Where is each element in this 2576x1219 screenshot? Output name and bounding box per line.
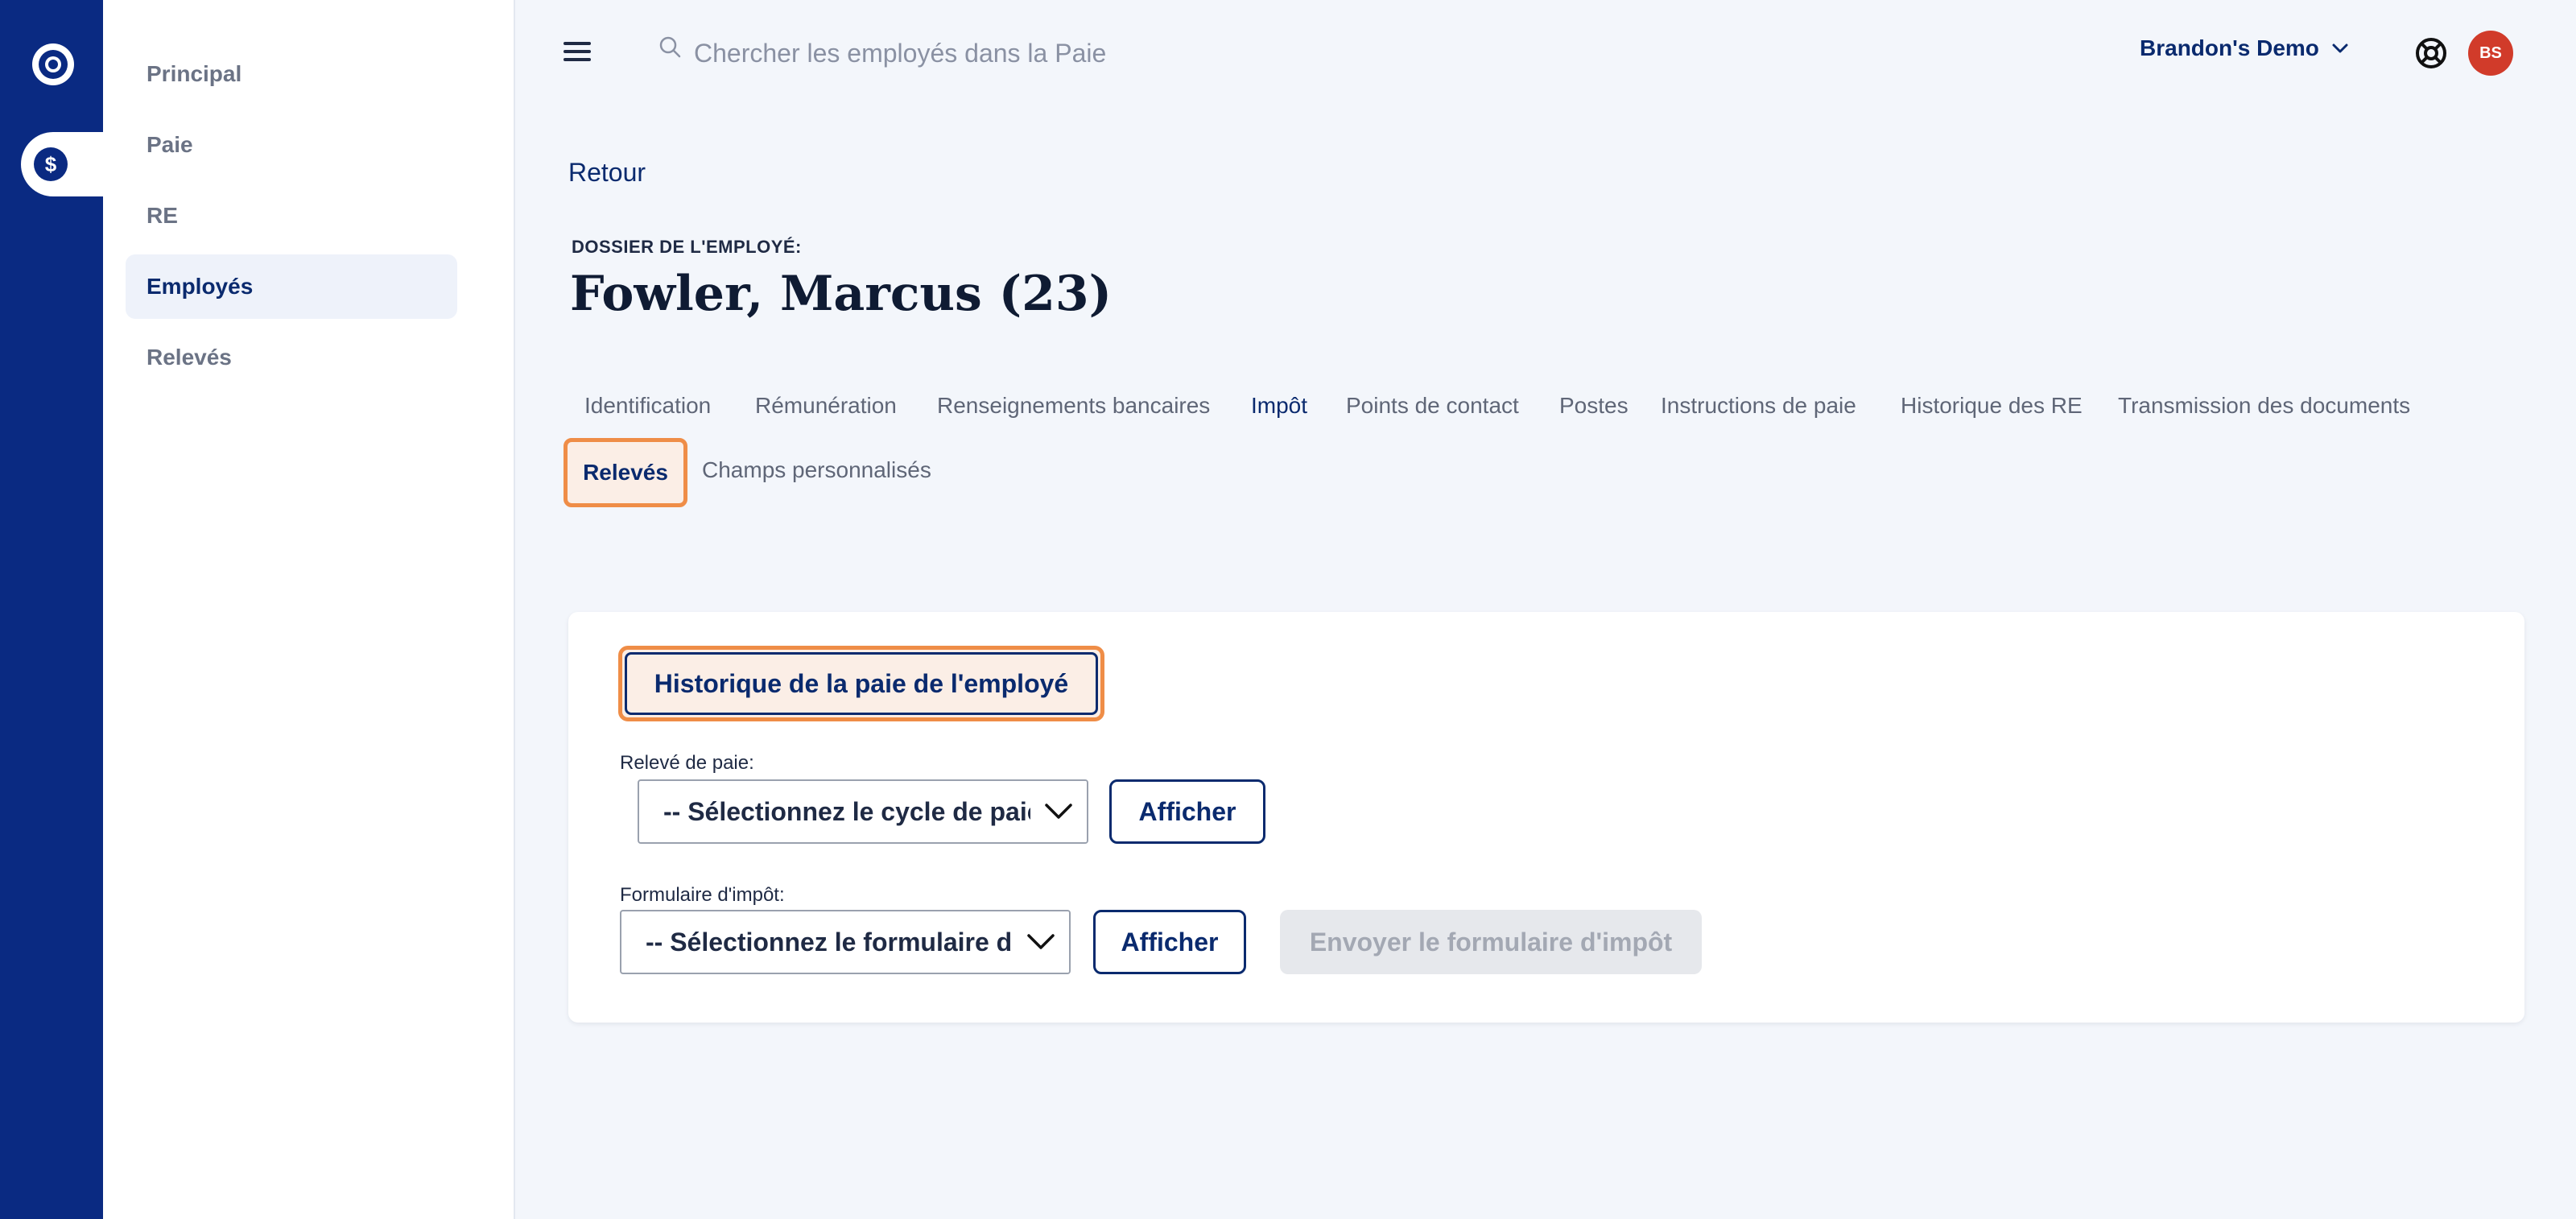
sidebar-item-label: RE <box>147 203 178 228</box>
sidebar-item-label: Relevés <box>147 345 232 370</box>
send-tax-form-button[interactable]: Envoyer le formulaire d'impôt <box>1280 910 1702 974</box>
ring-logo-icon[interactable] <box>32 43 74 85</box>
tax-form-label: Formulaire d'impôt: <box>620 884 785 906</box>
tab-points-de-contact[interactable]: Points de contact <box>1346 393 1519 419</box>
search-icon <box>659 36 681 58</box>
sidebar-item-paie[interactable]: Paie <box>126 113 457 177</box>
back-link[interactable]: Retour <box>568 158 646 188</box>
tab-impot[interactable]: Impôt <box>1251 393 1307 419</box>
sidebar-item-label: Principal <box>147 61 242 86</box>
tab-releves[interactable]: Relevés <box>564 438 687 507</box>
employee-pay-history-label: Historique de la paie de l'employé <box>625 652 1098 715</box>
sidebar-item-re[interactable]: RE <box>126 184 457 248</box>
employee-file-label: DOSSIER DE L'EMPLOYÉ: <box>572 237 802 257</box>
tab-remuneration[interactable]: Rémunération <box>755 393 897 419</box>
top-bar: Brandon's Demo BS <box>515 0 2576 105</box>
pay-stub-label: Relevé de paie: <box>620 752 754 774</box>
search-input[interactable] <box>694 29 1418 77</box>
tab-identification[interactable]: Identification <box>584 393 711 419</box>
company-switcher[interactable]: Brandon's Demo <box>2140 35 2350 61</box>
tab-instructions-de-paie[interactable]: Instructions de paie <box>1661 393 1856 419</box>
sidebar-item-label: Employés <box>147 274 254 299</box>
chevron-down-icon <box>2332 43 2348 53</box>
sidebar-item-principal[interactable]: Principal <box>126 42 457 106</box>
tab-transmission-des-documents[interactable]: Transmission des documents <box>2118 393 2410 419</box>
sidebar-item-employes[interactable]: Employés <box>126 254 457 319</box>
employee-pay-history-button[interactable]: Historique de la paie de l'employé <box>618 646 1104 721</box>
company-name: Brandon's Demo <box>2140 35 2319 60</box>
tab-historique-des-re[interactable]: Historique des RE <box>1901 393 2083 419</box>
page-title: Fowler, Marcus (23) <box>570 266 1112 322</box>
chevron-down-icon <box>1030 781 1087 842</box>
sidebar-item-releves[interactable]: Relevés <box>126 325 457 390</box>
payroll-app-tab[interactable]: $ <box>21 132 103 196</box>
tab-renseignements-bancaires[interactable]: Renseignements bancaires <box>937 393 1210 419</box>
tab-champs-personnalises[interactable]: Champs personnalisés <box>702 457 931 483</box>
tab-postes[interactable]: Postes <box>1559 393 1629 419</box>
app-rail: $ <box>0 0 103 1219</box>
pay-cycle-select[interactable]: -- Sélectionnez le cycle de paie -- <box>638 779 1088 844</box>
sidebar-item-label: Paie <box>147 132 193 157</box>
tax-form-select-value: -- Sélectionnez le formulaire d'impôt -- <box>646 927 1013 957</box>
tax-form-select[interactable]: -- Sélectionnez le formulaire d'impôt -- <box>620 910 1071 974</box>
pay-cycle-select-value: -- Sélectionnez le cycle de paie -- <box>663 796 1030 826</box>
sidebar: Principal Paie RE Employés Relevés <box>103 0 515 1219</box>
dollar-coin-icon: $ <box>34 147 68 181</box>
statements-card: Historique de la paie de l'employé Relev… <box>568 612 2524 1023</box>
lifebuoy-help-icon[interactable] <box>2413 35 2449 71</box>
chevron-down-icon <box>1013 911 1069 973</box>
show-pay-stub-button[interactable]: Afficher <box>1109 779 1265 844</box>
avatar[interactable]: BS <box>2468 31 2513 76</box>
menu-icon[interactable] <box>564 42 591 63</box>
show-tax-form-button[interactable]: Afficher <box>1093 910 1246 974</box>
